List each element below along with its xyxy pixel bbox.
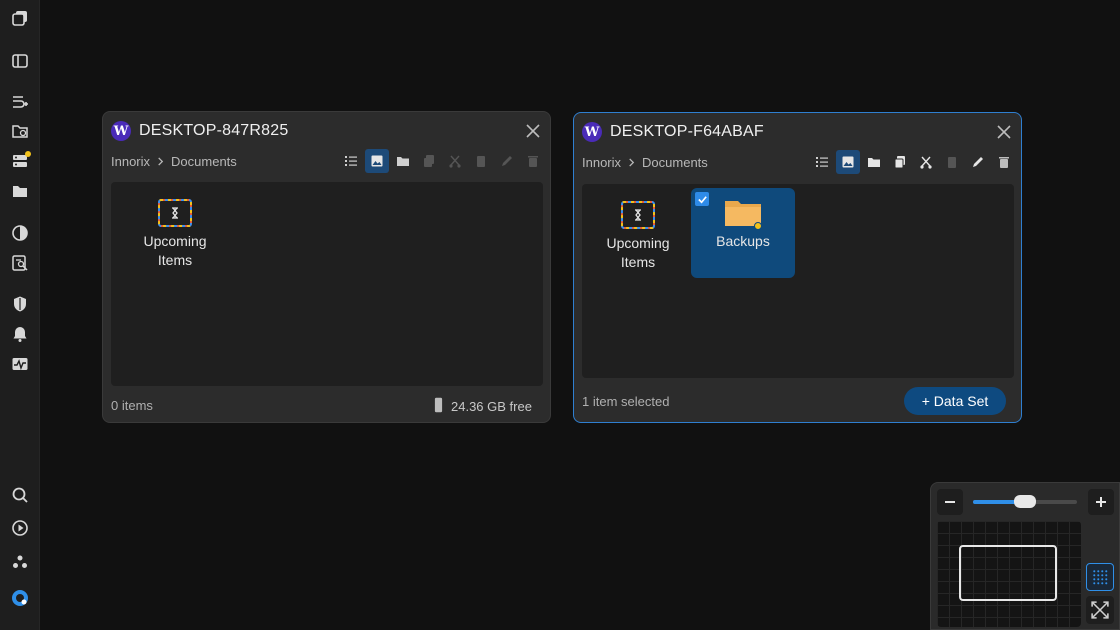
list-view-icon[interactable] xyxy=(339,149,363,173)
windows-logo-icon: W xyxy=(582,122,602,142)
free-space-text: 24.36 GB free xyxy=(451,399,532,414)
new-folder-icon[interactable] xyxy=(862,150,886,174)
copy-icon xyxy=(417,149,441,173)
file-pane[interactable]: Upcoming Items Backups xyxy=(582,184,1014,378)
selection-checkbox[interactable] xyxy=(695,192,709,206)
notification-badge xyxy=(25,151,31,157)
shield-icon[interactable] xyxy=(8,292,32,316)
breadcrumb: Innorix Documents xyxy=(582,155,708,170)
upcoming-items-folder[interactable]: Upcoming Items xyxy=(123,188,227,278)
community-icon[interactable] xyxy=(8,550,32,574)
file-label-line: Upcoming xyxy=(143,233,207,249)
file-window-1[interactable]: W DESKTOP-847R825 Innorix Documents Upco… xyxy=(102,111,551,423)
upcoming-folder-icon xyxy=(155,196,195,230)
file-pane[interactable]: Upcoming Items xyxy=(111,182,543,386)
thumbnail-view-icon[interactable] xyxy=(365,149,389,173)
upcoming-items-folder[interactable]: Upcoming Items xyxy=(586,190,690,280)
left-sidebar xyxy=(0,0,40,630)
activity-icon[interactable] xyxy=(8,352,32,376)
add-route-icon[interactable] xyxy=(8,89,32,113)
file-label-line: Items xyxy=(620,254,656,270)
windows-icon[interactable] xyxy=(8,6,32,30)
breadcrumb-item[interactable]: Documents xyxy=(171,154,237,169)
toolbar xyxy=(810,149,1016,175)
cut-icon xyxy=(443,149,467,173)
upcoming-folder-icon xyxy=(618,198,658,232)
minimap-viewport[interactable] xyxy=(959,545,1057,601)
add-data-set-button[interactable]: + Data Set xyxy=(904,387,1006,415)
file-label-line: Items xyxy=(157,252,193,268)
sidebar-panel-icon[interactable] xyxy=(8,49,32,73)
copy-icon[interactable] xyxy=(888,150,912,174)
rename-icon[interactable] xyxy=(966,150,990,174)
rename-icon xyxy=(495,149,519,173)
close-icon[interactable] xyxy=(995,123,1013,141)
report-search-icon[interactable] xyxy=(8,251,32,275)
paste-icon xyxy=(469,149,493,173)
chevron-right-icon xyxy=(156,154,165,169)
server-icon[interactable] xyxy=(8,149,32,173)
close-icon[interactable] xyxy=(524,122,542,140)
window-title: DESKTOP-847R825 xyxy=(139,122,289,139)
folder-sync-icon[interactable] xyxy=(8,119,32,143)
breadcrumb-item[interactable]: Innorix xyxy=(582,155,621,170)
toolbar xyxy=(339,148,545,174)
breadcrumb: Innorix Documents xyxy=(111,154,237,169)
delete-icon xyxy=(521,149,545,173)
drive-icon xyxy=(434,396,443,417)
list-view-icon[interactable] xyxy=(810,150,834,174)
search-icon[interactable] xyxy=(8,483,32,507)
zoom-out-button[interactable] xyxy=(937,489,963,515)
windows-logo-icon: W xyxy=(111,121,131,141)
delete-icon[interactable] xyxy=(992,150,1016,174)
file-label-line: Backups xyxy=(716,233,770,249)
window-title-bar[interactable]: W DESKTOP-F64ABAF xyxy=(582,121,764,143)
zoom-panel xyxy=(930,482,1120,630)
backups-folder[interactable]: Backups xyxy=(691,188,795,278)
zoom-slider-thumb[interactable] xyxy=(1014,495,1036,508)
folder-icon[interactable] xyxy=(8,179,32,203)
thumbnail-view-icon[interactable] xyxy=(836,150,860,174)
file-window-2[interactable]: W DESKTOP-F64ABAF Innorix Documents Upco… xyxy=(573,112,1022,423)
window-title-bar[interactable]: W DESKTOP-847R825 xyxy=(111,120,288,142)
file-label: Backups xyxy=(716,232,770,251)
file-label-line: Upcoming xyxy=(606,235,670,251)
new-folder-icon[interactable] xyxy=(391,149,415,173)
window-title: DESKTOP-F64ABAF xyxy=(610,123,764,140)
grid-snap-icon[interactable] xyxy=(1086,563,1114,591)
zoom-in-button[interactable] xyxy=(1088,489,1114,515)
chevron-right-icon xyxy=(627,155,636,170)
zoom-slider[interactable] xyxy=(973,495,1077,508)
status-text: 0 items xyxy=(111,398,153,413)
breadcrumb-item[interactable]: Documents xyxy=(642,155,708,170)
play-circle-icon[interactable] xyxy=(8,516,32,540)
cut-icon[interactable] xyxy=(914,150,938,174)
folder-icon xyxy=(723,196,763,230)
bell-icon[interactable] xyxy=(8,322,32,346)
minimap[interactable] xyxy=(937,521,1081,627)
free-space: 24.36 GB free xyxy=(434,396,532,417)
fit-view-icon[interactable] xyxy=(1086,596,1114,624)
file-label: Upcoming Items xyxy=(143,232,206,270)
paste-icon xyxy=(940,150,964,174)
app-logo-icon[interactable] xyxy=(8,586,32,610)
status-text: 1 item selected xyxy=(582,394,670,409)
file-label: Upcoming Items xyxy=(606,234,669,272)
breadcrumb-item[interactable]: Innorix xyxy=(111,154,150,169)
pie-chart-icon[interactable] xyxy=(8,221,32,245)
